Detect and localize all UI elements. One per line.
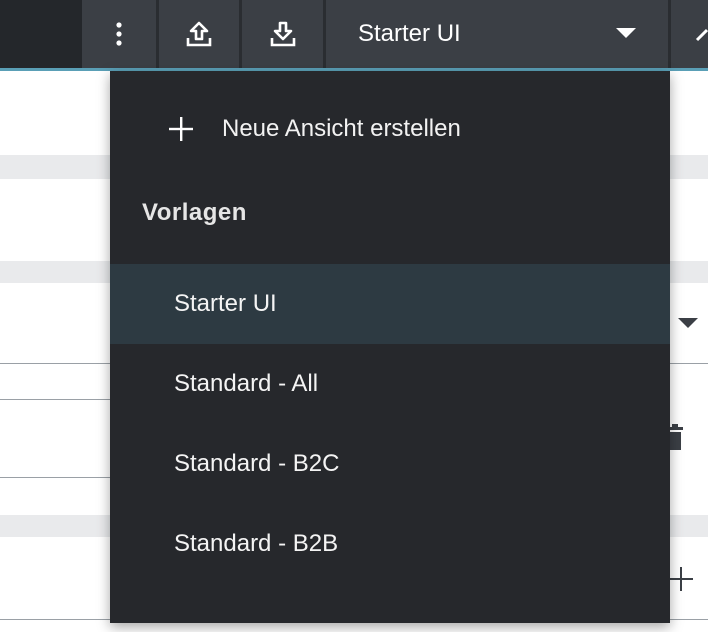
field-underline — [0, 399, 110, 400]
plus-icon[interactable] — [668, 566, 694, 592]
view-dropdown-menu: Neue Ansicht erstellen Vorlagen Starter … — [110, 71, 670, 623]
more-vertical-icon — [116, 22, 122, 46]
field-underline — [0, 477, 110, 478]
caret-down-icon[interactable] — [678, 318, 698, 328]
download-icon — [270, 21, 295, 47]
create-view-item[interactable]: Neue Ansicht erstellen — [110, 89, 670, 169]
templates-section-title: Vorlagen — [142, 199, 247, 226]
plus-icon — [169, 117, 193, 141]
menu-item-standard-all[interactable]: Standard - All — [110, 344, 670, 424]
upload-button[interactable] — [159, 0, 239, 68]
menu-item-label: Standard - B2C — [174, 450, 340, 477]
pencil-icon — [695, 28, 708, 42]
menu-item-standard-b2c[interactable]: Standard - B2C — [110, 424, 670, 504]
menu-item-starter-ui[interactable]: Starter UI — [110, 264, 670, 344]
more-options-button[interactable] — [82, 0, 156, 68]
upload-icon — [186, 21, 212, 47]
menu-item-label: Standard - B2B — [174, 530, 339, 557]
top-toolbar: Starter UI — [0, 0, 708, 71]
toolbar-left-area — [0, 0, 82, 68]
menu-item-label: Standard - All — [174, 370, 319, 397]
download-button[interactable] — [242, 0, 323, 68]
menu-item-standard-b2b[interactable]: Standard - B2B — [110, 504, 670, 584]
view-select-value: Starter UI — [358, 20, 461, 47]
create-view-label: Neue Ansicht erstellen — [222, 115, 461, 142]
menu-item-label: Starter UI — [174, 290, 277, 317]
edit-button[interactable] — [671, 0, 708, 68]
view-select[interactable]: Starter UI — [326, 0, 668, 68]
caret-down-icon — [616, 28, 636, 38]
